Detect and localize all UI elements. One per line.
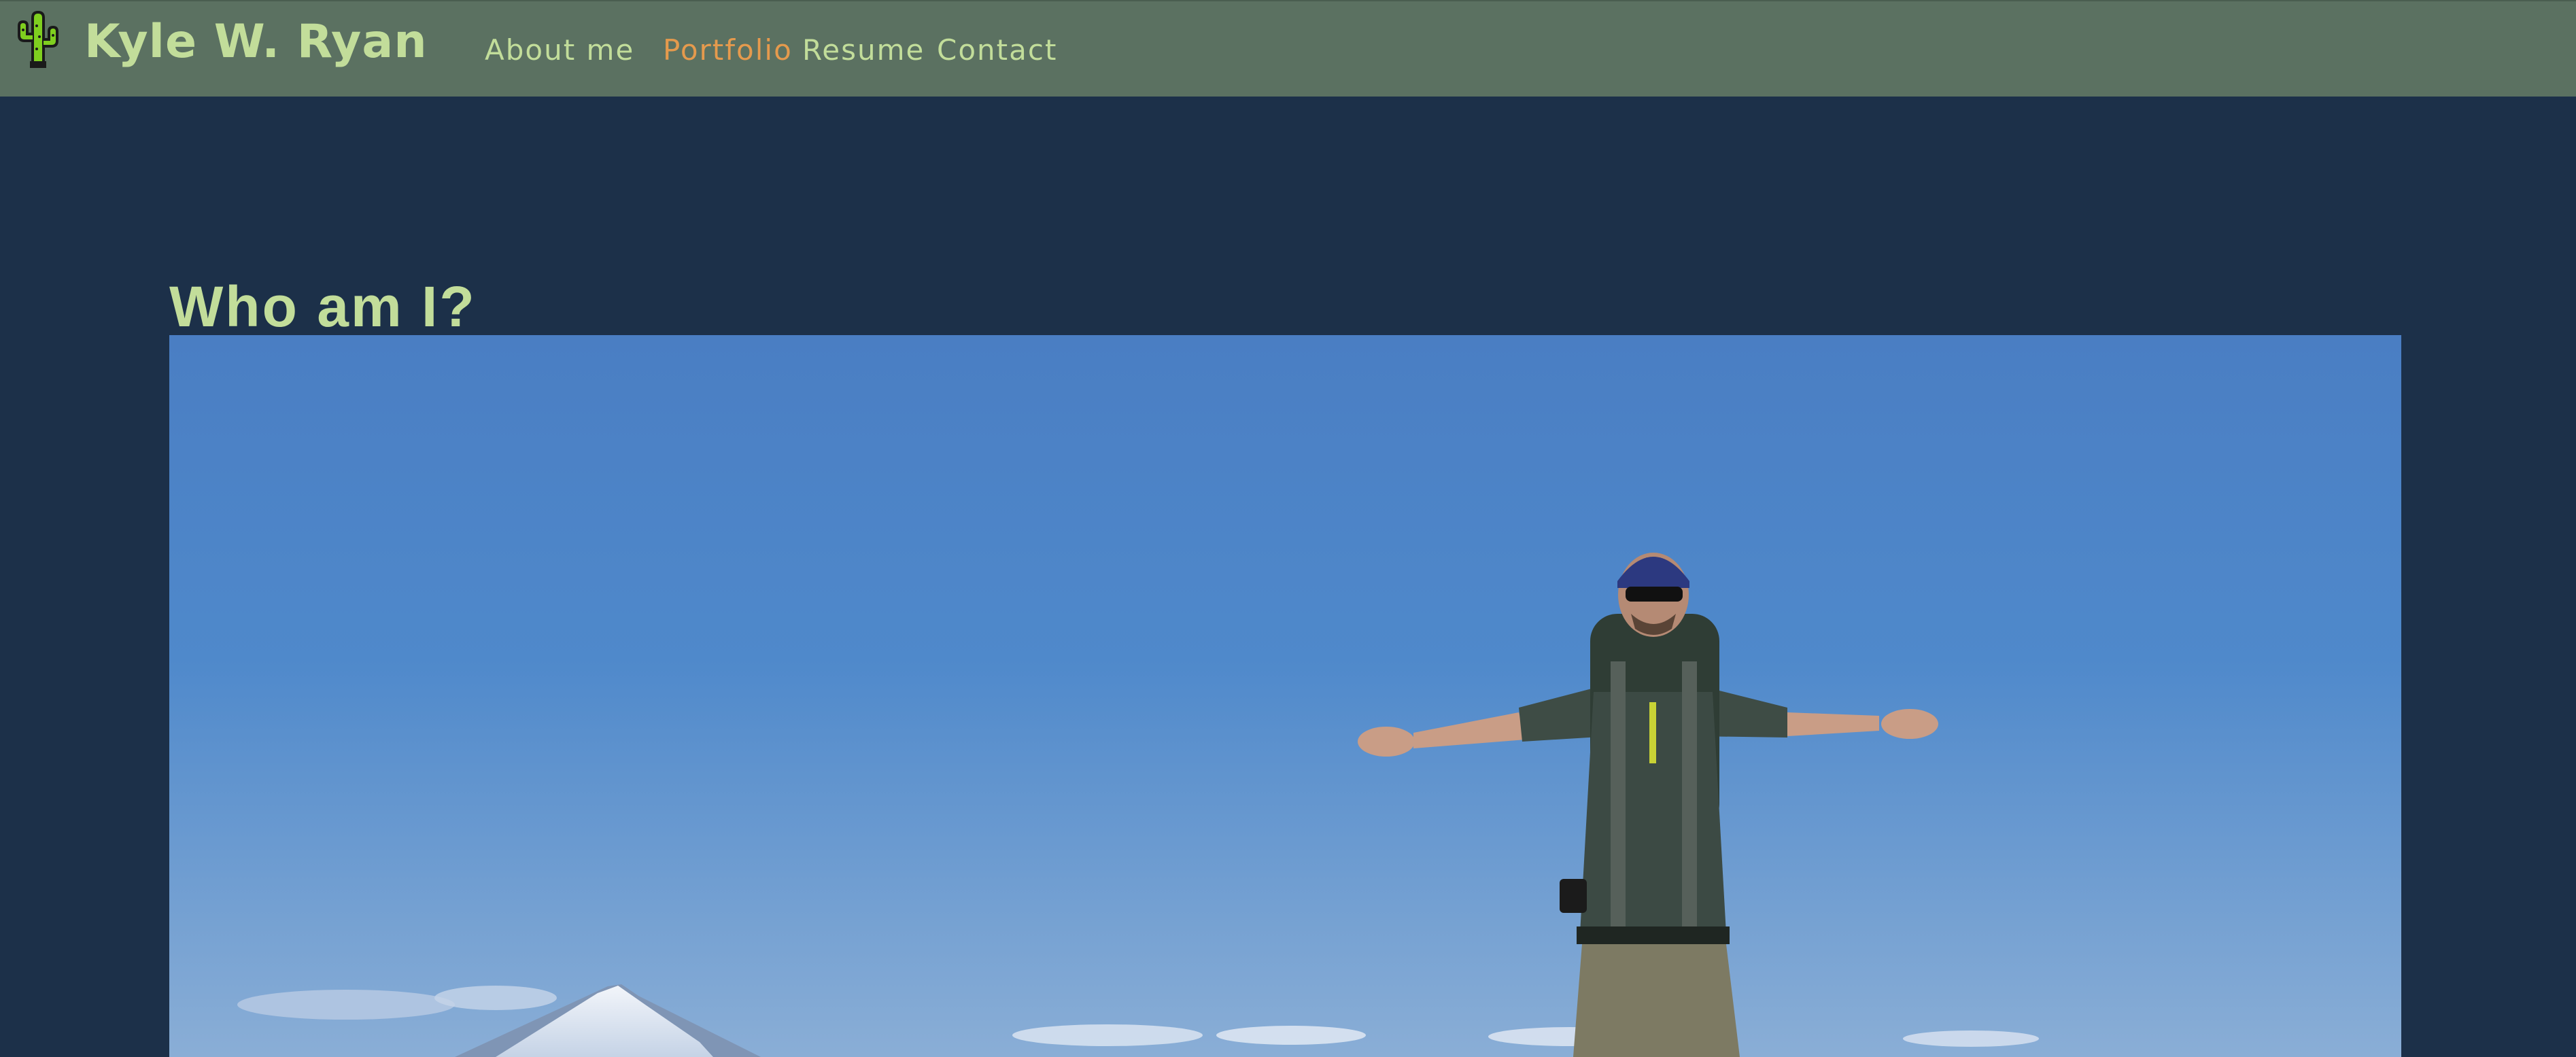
top-navbar: Kyle W. Ryan About me Portfolio Resume C… xyxy=(0,0,2576,97)
page-title: Who am I? xyxy=(169,275,477,339)
nav-about-me[interactable]: About me xyxy=(485,31,634,69)
nav-contact[interactable]: Contact xyxy=(937,31,1057,69)
cactus-icon[interactable] xyxy=(12,10,64,71)
nav-portfolio[interactable]: Portfolio xyxy=(663,31,793,69)
site-brand-name[interactable]: Kyle W. Ryan xyxy=(84,10,428,75)
nav-resume[interactable]: Resume xyxy=(802,31,925,69)
hiker-with-outstretched-arms-photo xyxy=(169,335,2401,1057)
